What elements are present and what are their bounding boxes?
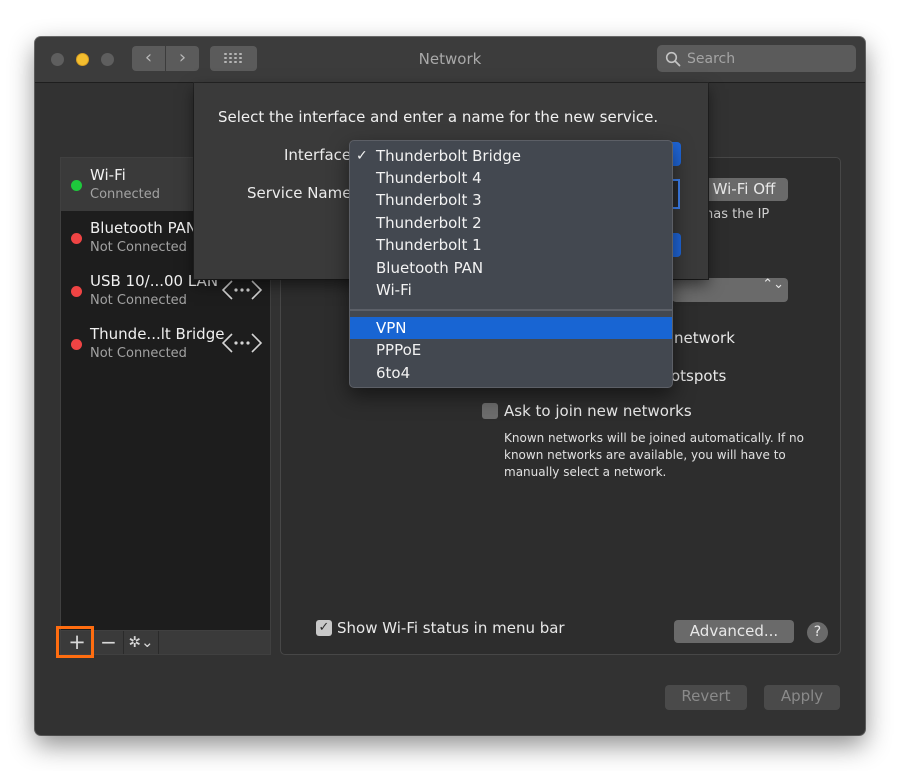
service-status: Not Connected [90, 240, 187, 255]
menu-item-label: Thunderbolt Bridge [376, 147, 522, 165]
service-name: Bluetooth PAN [90, 219, 198, 237]
menu-item-pppoe[interactable]: PPPoE [350, 339, 672, 361]
menu-item-label: Thunderbolt 4 [376, 169, 482, 187]
menu-item-wifi[interactable]: Wi-Fi [350, 279, 672, 301]
menu-item-6to4[interactable]: 6to4 [350, 362, 672, 384]
ethernet-icon [221, 280, 263, 300]
service-name-label: Service Name [247, 184, 352, 202]
network-name-popup[interactable]: ⌃⌄ [672, 278, 788, 302]
status-dot-icon [71, 180, 82, 191]
add-service-button[interactable]: + [61, 631, 94, 654]
interface-menu: ✓ Thunderbolt Bridge Thunderbolt 4 Thund… [349, 140, 673, 388]
minus-icon: − [100, 630, 117, 654]
service-status: Connected [90, 187, 161, 202]
menu-item-thunderbolt-bridge[interactable]: ✓ Thunderbolt Bridge [350, 145, 672, 167]
service-list-toolbar: + − ✲⌄ [60, 631, 271, 655]
menu-separator [350, 309, 672, 311]
menu-item-label: Thunderbolt 3 [376, 191, 482, 209]
join-network-label: network [674, 329, 735, 347]
ask-to-join-label: Ask to join new networks [504, 402, 692, 420]
show-wifi-status-label: Show Wi-Fi status in menu bar [337, 619, 565, 637]
menu-item-label: Wi-Fi [376, 281, 412, 299]
menu-item-label: Thunderbolt 2 [376, 214, 482, 232]
search-box[interactable] [657, 45, 856, 72]
service-status: Not Connected [90, 346, 187, 361]
menu-item-thunderbolt-4[interactable]: Thunderbolt 4 [350, 167, 672, 189]
service-name: Wi-Fi [90, 166, 126, 184]
show-wifi-status-checkbox[interactable]: ✓ [316, 620, 332, 636]
status-dot-icon [71, 339, 82, 350]
help-button[interactable]: ? [807, 622, 828, 643]
status-dot-icon [71, 233, 82, 244]
apply-button[interactable]: Apply [764, 685, 840, 710]
menu-item-thunderbolt-1[interactable]: Thunderbolt 1 [350, 234, 672, 256]
search-input[interactable] [685, 48, 850, 69]
status-description: has the IP [705, 207, 770, 222]
updown-arrows-icon: ⌃⌄ [762, 277, 784, 292]
interface-label: Interface [284, 146, 352, 164]
checkmark-icon: ✓ [318, 620, 330, 635]
checkmark-icon: ✓ [356, 148, 368, 164]
menu-item-label: VPN [376, 319, 407, 337]
menu-item-label: 6to4 [376, 364, 411, 382]
sheet-prompt: Select the interface and enter a name fo… [218, 108, 659, 126]
menu-item-label: Thunderbolt 1 [376, 236, 482, 254]
ask-to-join-checkbox[interactable] [482, 403, 498, 419]
ask-to-join-description: Known networks will be joined automatica… [504, 431, 804, 479]
menu-item-label: Bluetooth PAN [376, 259, 484, 277]
menu-item-label: PPPoE [376, 341, 422, 359]
title-bar: ‹ › Network [35, 37, 865, 83]
remove-service-button[interactable]: − [94, 631, 124, 654]
service-status: Not Connected [90, 293, 187, 308]
service-item-thunderbolt-bridge[interactable]: Thunde...lt Bridge Not Connected [61, 317, 270, 370]
menu-item-bluetooth-pan[interactable]: Bluetooth PAN [350, 257, 672, 279]
menu-item-vpn[interactable]: VPN [350, 317, 672, 339]
search-icon [665, 51, 681, 67]
turn-wifi-off-button[interactable]: Wi-Fi Off [700, 178, 788, 201]
ethernet-icon [221, 333, 263, 353]
menu-item-thunderbolt-2[interactable]: Thunderbolt 2 [350, 212, 672, 234]
advanced-button[interactable]: Advanced... [674, 620, 794, 643]
hotspots-label: otspots [671, 367, 727, 385]
network-preferences-window: ‹ › Network Wi-Fi Connected [35, 37, 865, 735]
service-actions-button[interactable]: ✲⌄ [124, 631, 159, 654]
service-name: Thunde...lt Bridge [90, 325, 225, 343]
plus-icon: + [68, 630, 86, 654]
revert-button[interactable]: Revert [665, 685, 747, 710]
menu-item-thunderbolt-3[interactable]: Thunderbolt 3 [350, 189, 672, 211]
gear-icon: ✲⌄ [128, 633, 154, 651]
status-dot-icon [71, 286, 82, 297]
